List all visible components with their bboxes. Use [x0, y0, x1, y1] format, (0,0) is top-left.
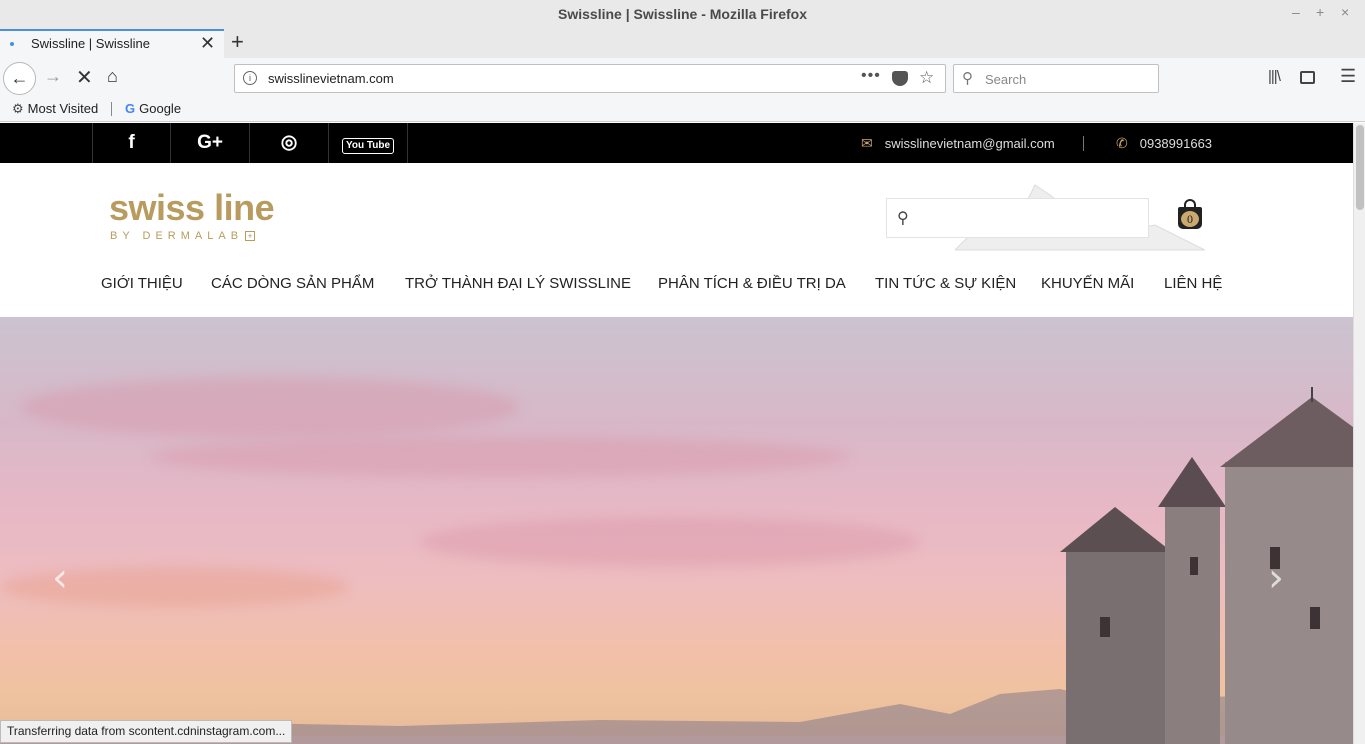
search-icon: ⚲ [897, 210, 909, 227]
page-scrollbar[interactable] [1353, 123, 1365, 744]
google-plus-icon[interactable]: G+ [171, 123, 250, 163]
page-actions-icon[interactable]: ••• [861, 67, 881, 85]
menu-item-phan-tich-dieu-tri-da[interactable]: PHÂN TÍCH & ĐIỀU TRỊ DA [658, 275, 846, 292]
search-icon: ⚲ [962, 70, 973, 87]
youtube-icon[interactable]: You Tube [329, 123, 408, 163]
google-icon: G [125, 101, 136, 116]
maximize-button[interactable]: + [1316, 4, 1324, 20]
cloud-decoration [150, 437, 850, 477]
youtube-label: You Tube [341, 138, 395, 154]
pocket-icon[interactable] [892, 71, 908, 86]
bookmark-label: Google [139, 101, 182, 116]
menu-item-gioi-thieu[interactable]: GIỚI THIỆU [101, 275, 183, 292]
back-button[interactable]: ← [3, 62, 36, 95]
email-text: swisslinevietnam@gmail.com [884, 136, 1055, 151]
url-text[interactable]: swisslinevietnam.com [268, 71, 394, 86]
gear-icon: ⚙ [12, 101, 24, 116]
facebook-icon[interactable]: f [92, 123, 171, 163]
cloud-decoration [420, 517, 920, 567]
site-header: swiss line BY DERMALAB + ⚲ 0 GIỚI THIỆU C… [0, 163, 1353, 317]
search-bar[interactable]: ⚲ Search [953, 64, 1159, 93]
search-placeholder: Search [985, 72, 1027, 87]
navigation-toolbar: ← → ✕ ⌂ i swisslinevietnam.com ••• ☆ ⚲ S… [0, 58, 1365, 98]
hamburger-menu-icon[interactable]: ☰ [1340, 66, 1356, 87]
hero-slider: ‹ › [0, 317, 1353, 744]
logo-sub-text: BY DERMALAB [110, 230, 244, 242]
contact-email[interactable]: ✉ swisslinevietnam@gmail.com [861, 135, 1055, 152]
bookmark-label: Most Visited [27, 101, 99, 116]
bookmark-separator [111, 102, 112, 116]
plus-icon: + [245, 231, 256, 241]
site-logo[interactable]: swiss line [109, 187, 275, 229]
close-tab-icon[interactable]: ✕ [200, 33, 215, 54]
menu-item-tro-thanh-dai-ly[interactable]: TRỞ THÀNH ĐẠI LÝ SWISSLINE [405, 275, 631, 292]
bookmark-google[interactable]: G Google [125, 101, 181, 116]
status-bar: Transferring data from scontent.cdninsta… [0, 720, 293, 743]
new-tab-button[interactable]: + [231, 29, 244, 55]
contact-separator [1083, 136, 1084, 151]
forward-button[interactable]: → [44, 66, 62, 87]
tab-swissline[interactable]: Swissline | Swissline ✕ [0, 29, 224, 58]
castle-image [1060, 387, 1353, 744]
menu-item-khuyen-mai[interactable]: KHUYẾN MÃI [1041, 275, 1134, 292]
arrow-left-icon: ← [10, 68, 29, 88]
minimize-button[interactable]: – [1292, 4, 1300, 20]
menu-item-lien-he[interactable]: LIÊN HỆ [1164, 275, 1222, 292]
menu-item-tin-tuc-su-kien[interactable]: TIN TỨC & SỰ KIỆN [875, 275, 1016, 292]
scrollbar-thumb[interactable] [1356, 125, 1364, 210]
shopping-cart[interactable]: 0 [1178, 199, 1202, 229]
window-title: Swissline | Swissline - Mozilla Firefox [558, 6, 807, 22]
slider-prev-arrow-icon[interactable]: ‹ [52, 555, 68, 601]
menu-item-cac-dong-san-pham[interactable]: CÁC DÒNG SẢN PHẨM [211, 275, 374, 292]
instagram-icon[interactable]: ◎ [250, 123, 329, 163]
site-info-icon[interactable]: i [243, 71, 257, 85]
tab-bar: Swissline | Swissline ✕ + [0, 29, 1365, 58]
envelope-icon: ✉ [861, 135, 873, 151]
cloud-decoration [20, 377, 520, 437]
library-icon[interactable]: |||\ [1268, 68, 1281, 85]
contact-phone[interactable]: ✆ 0938991663 [1116, 135, 1212, 152]
bookmarks-toolbar: ⚙ Most Visited G Google [0, 98, 1365, 122]
tab-label: Swissline | Swissline [31, 36, 150, 51]
stop-button[interactable]: ✕ [76, 65, 93, 90]
sidebar-toggle-icon[interactable] [1300, 71, 1315, 84]
bookmark-star-icon[interactable]: ☆ [919, 68, 934, 88]
window-titlebar: Swissline | Swissline - Mozilla Firefox … [0, 0, 1365, 29]
home-button[interactable]: ⌂ [107, 66, 118, 87]
page-viewport: f G+ ◎ You Tube ✉ swisslinevietnam@gmail.… [0, 123, 1353, 744]
address-bar[interactable]: i swisslinevietnam.com ••• ☆ [234, 64, 946, 93]
site-logo-subtitle: BY DERMALAB + [110, 230, 256, 242]
phone-text: 0938991663 [1139, 136, 1213, 151]
slider-next-arrow-icon[interactable]: › [1268, 555, 1284, 601]
loading-indicator-icon [10, 42, 14, 46]
site-topbar: f G+ ◎ You Tube ✉ swisslinevietnam@gmail.… [0, 123, 1353, 163]
bookmark-most-visited[interactable]: ⚙ Most Visited [12, 101, 98, 117]
cart-count: 0 [1181, 211, 1199, 227]
main-menu: GIỚI THIỆU CÁC DÒNG SẢN PHẨM TRỞ THÀNH Đ… [0, 273, 1353, 303]
site-search-input[interactable]: ⚲ [886, 198, 1149, 238]
close-window-button[interactable]: × [1341, 4, 1349, 20]
phone-icon: ✆ [1116, 135, 1128, 151]
